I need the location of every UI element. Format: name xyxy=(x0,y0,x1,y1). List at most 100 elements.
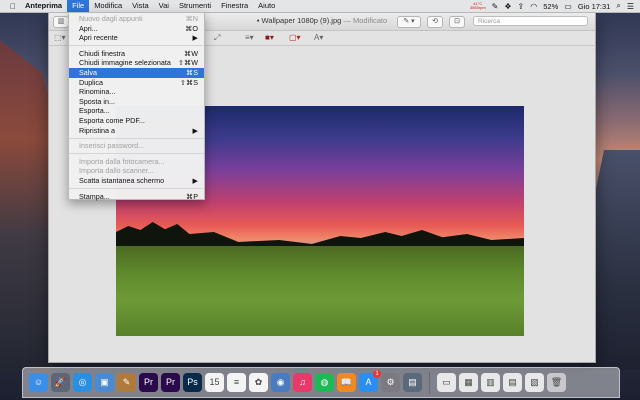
dock: ☺ 🚀 ◎ ▣ ✎ Pr Pr Ps 15 ≡ ✿ ◉ ♫ ◍ 📖 A 1 ⚙ ▤ ▭ ▦ ▥ ▤ ▧ 🗑 xyxy=(22,367,620,398)
document-icon[interactable]: ▦ xyxy=(459,373,478,392)
menu-item-label: Nuovo dagli appunti xyxy=(79,14,143,23)
grass-field xyxy=(116,246,524,336)
document-icon[interactable]: ▥ xyxy=(481,373,500,392)
image-capture-icon[interactable]: ▤ xyxy=(403,373,422,392)
shape-style-icon[interactable]: ≡▾ xyxy=(245,33,254,42)
menu-item-shortcut: ⇧⌘W xyxy=(178,58,198,68)
menu-item-label: Inserisci password... xyxy=(79,141,145,151)
itunes-icon[interactable]: ♫ xyxy=(293,373,312,392)
battery-icon: ▭ xyxy=(564,1,572,11)
text-style-icon[interactable]: A▾ xyxy=(314,33,323,42)
menu-vai[interactable]: Vai xyxy=(154,0,174,12)
menu-aiuto[interactable]: Aiuto xyxy=(253,0,280,12)
preview-icon[interactable]: ▣ xyxy=(95,373,114,392)
document-icon[interactable]: ▤ xyxy=(503,373,522,392)
system-prefs-icon[interactable]: ⚙ xyxy=(381,373,400,392)
temperature-monitor[interactable]: 41°C 3565rpm xyxy=(470,2,486,10)
launchpad-icon[interactable]: 🚀 xyxy=(51,373,70,392)
reminders-icon[interactable]: ≡ xyxy=(227,373,246,392)
menu-item-esporta[interactable]: Esporta... xyxy=(69,106,204,116)
clock[interactable]: Gio 17:31 xyxy=(578,2,611,11)
menu-item-shortcut: ⌘N xyxy=(185,14,198,23)
fill-color-icon[interactable]: ▢▾ xyxy=(289,33,301,42)
notification-center-icon[interactable]: ☰ xyxy=(627,2,634,11)
menu-item-duplica[interactable]: Duplica ⇧⌘S xyxy=(69,78,204,88)
menu-item-label: Ripristina a xyxy=(79,125,115,135)
rotate-button[interactable]: ⟲ xyxy=(427,16,443,28)
app-store-icon[interactable]: A1 xyxy=(359,370,381,392)
menu-item-shortcut: ⌘P xyxy=(186,191,198,201)
menu-finestra[interactable]: Finestra xyxy=(216,0,253,12)
menu-item-label: Chiudi finestra xyxy=(79,48,125,58)
menu-app-name[interactable]: Anteprima xyxy=(20,0,67,12)
menu-item-ripristina-a[interactable]: Ripristina a ▶ xyxy=(69,126,204,136)
search-icon[interactable]: ⌕ xyxy=(616,1,620,11)
menu-item-label: Stampa... xyxy=(79,191,110,201)
menu-item-chiudi-finestra[interactable]: Chiudi finestra ⌘W xyxy=(69,49,204,59)
selection-tool-icon[interactable]: ⬚▾ xyxy=(54,33,66,42)
photoshop-icon[interactable]: Ps xyxy=(183,373,202,392)
photos-icon[interactable]: ✿ xyxy=(249,373,268,392)
menu-separator xyxy=(69,188,204,189)
toolbox-button[interactable]: ⊡ xyxy=(449,16,465,28)
evernote-icon[interactable]: ✎ xyxy=(492,2,499,11)
notification-badge: 1 xyxy=(373,370,381,378)
trash-icon[interactable]: 🗑 xyxy=(547,373,566,392)
adjust-size-icon[interactable]: ⤢ xyxy=(214,33,220,43)
menu-item-rinomina[interactable]: Rinomina... xyxy=(69,87,204,97)
menu-item-label: Apri... xyxy=(79,23,98,33)
window-title-text: Wallpaper 1080p (9).jpg xyxy=(261,16,342,25)
menu-separator xyxy=(69,45,204,47)
menu-item-label: Scatta istantanea schermo xyxy=(79,175,165,185)
dock-separator xyxy=(429,371,430,394)
premiere-icon[interactable]: Pr xyxy=(139,373,158,392)
modified-status: — Modificato xyxy=(343,16,388,25)
dropbox-icon[interactable]: ❖ xyxy=(504,2,511,11)
menu-item-label: Apri recente xyxy=(79,33,118,43)
menu-item-shortcut: ⇧⌘S xyxy=(179,77,198,87)
menu-item-inserisci-password: Inserisci password... xyxy=(69,141,204,151)
menu-vista[interactable]: Vista xyxy=(127,0,154,12)
markup-toolbar-button[interactable]: ✎ ▾ xyxy=(397,16,421,28)
search-input[interactable]: Ricerca xyxy=(473,16,588,26)
menu-separator xyxy=(69,137,204,139)
upload-icon[interactable]: ⇪ xyxy=(518,2,525,11)
menu-item-esporta-come-pdf[interactable]: Esporta come PDF... xyxy=(69,116,204,126)
menu-modifica[interactable]: Modifica xyxy=(89,0,127,12)
menu-item-shortcut: ⌘W xyxy=(184,48,198,58)
document-icon[interactable]: ▧ xyxy=(525,373,544,392)
finder-icon[interactable]: ☺ xyxy=(29,373,48,392)
menu-item-apri-recente[interactable]: Apri recente ▶ xyxy=(69,33,204,43)
menu-item-label: Importa dalla fotocamera... xyxy=(79,156,165,166)
apple-icon[interactable]:  xyxy=(6,2,20,11)
submenu-arrow-icon: ▶ xyxy=(192,175,198,185)
menu-item-sposta-in[interactable]: Sposta in... xyxy=(69,97,204,107)
submenu-arrow-icon: ▶ xyxy=(192,125,198,135)
menu-item-label: Chiudi immagine selezionata xyxy=(79,58,171,68)
border-color-icon[interactable]: ■▾ xyxy=(265,33,274,42)
menu-item-shortcut: ⌘S xyxy=(186,67,198,77)
menu-item-apri[interactable]: Apri... ⌘O xyxy=(69,24,204,34)
menu-strumenti[interactable]: Strumenti xyxy=(174,0,216,12)
document-icon[interactable]: ▭ xyxy=(437,373,456,392)
safari-icon[interactable]: ◎ xyxy=(73,373,92,392)
menu-file[interactable]: File xyxy=(67,0,90,12)
battery-percent[interactable]: 52% xyxy=(543,2,558,11)
menu-item-stampa[interactable]: Stampa... ⌘P xyxy=(69,192,204,202)
wifi-icon[interactable]: ◠ xyxy=(530,2,537,11)
menu-item-label: Importa dallo scanner... xyxy=(79,166,154,176)
submenu-arrow-icon: ▶ xyxy=(192,33,198,43)
menu-separator xyxy=(69,153,204,155)
menu-item-chiudi-immagine-selezionata[interactable]: Chiudi immagine selezionata ⇧⌘W xyxy=(69,58,204,68)
menu-item-label: Esporta... xyxy=(79,106,110,116)
ibooks-icon[interactable]: 📖 xyxy=(337,373,356,392)
spotify-icon[interactable]: ◍ xyxy=(315,373,334,392)
file-menu-dropdown: Nuovo dagli appunti ⌘N Apri... ⌘O Apri recen… xyxy=(68,12,205,202)
photo-booth-icon[interactable]: ◉ xyxy=(271,373,290,392)
premiere-2-icon[interactable]: Pr xyxy=(161,373,180,392)
notes-book-icon[interactable]: ✎ xyxy=(117,373,136,392)
menu-item-salva[interactable]: Salva ⌘S xyxy=(69,67,204,78)
calendar-icon[interactable]: 15 xyxy=(205,373,224,392)
menu-item-label: Rinomina... xyxy=(79,87,116,97)
menu-item-scatta-istantanea-schermo[interactable]: Scatta istantanea schermo ▶ xyxy=(69,176,204,186)
